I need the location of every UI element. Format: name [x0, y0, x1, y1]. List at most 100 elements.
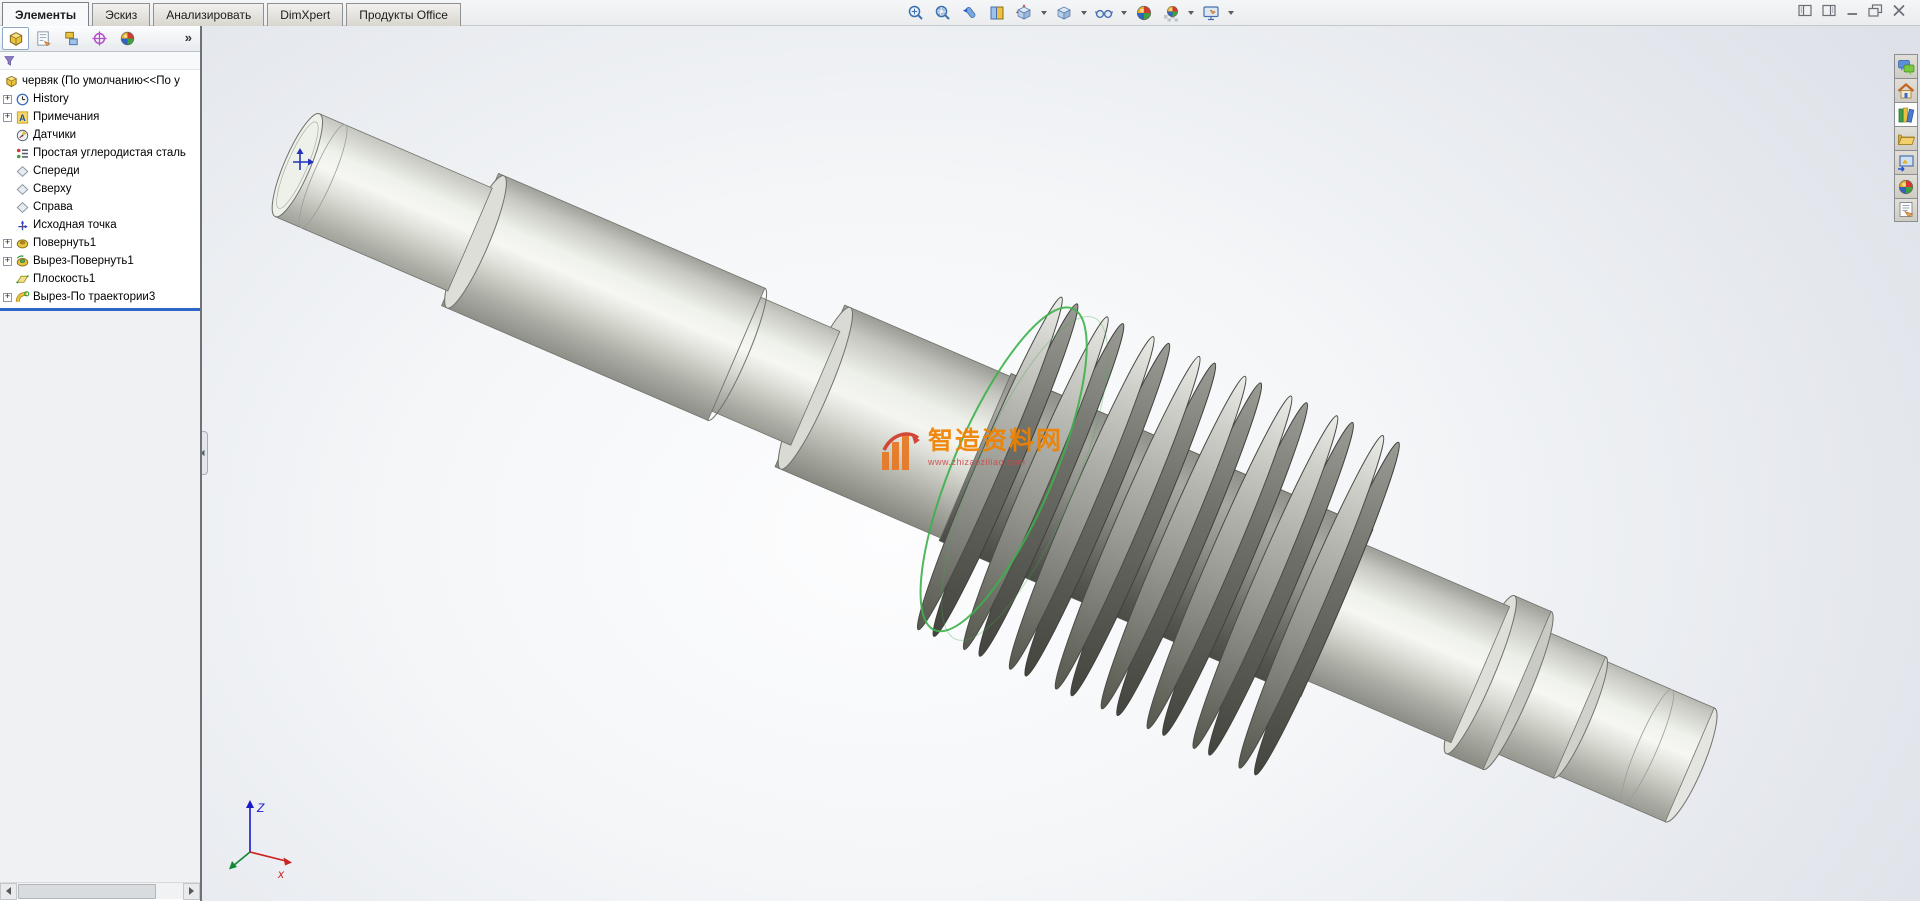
featuremanager-tab-icon[interactable]	[2, 27, 29, 50]
tab-evaluate[interactable]: Анализировать	[153, 3, 264, 26]
tree-item-revolve-cut1[interactable]: + Вырез-Повернуть1	[0, 252, 200, 270]
view-orientation-caret-icon[interactable]	[1041, 11, 1047, 15]
custom-properties-button[interactable]	[1894, 198, 1918, 222]
solidworks-window: Элементы Эскиз Анализировать DimXpert Пр…	[0, 0, 1920, 901]
forum-button[interactable]	[1894, 54, 1918, 78]
tree-item-top-plane[interactable]: Сверху	[0, 180, 200, 198]
revolve-icon	[15, 236, 30, 251]
configurationmanager-tab-icon[interactable]	[58, 27, 85, 50]
scroll-right-button[interactable]	[183, 883, 200, 900]
expand-icon[interactable]: +	[3, 239, 12, 248]
ref-plane-icon	[15, 272, 30, 287]
display-style-caret-icon[interactable]	[1081, 11, 1087, 15]
graphics-viewport[interactable]: Z x 智造资料网 www.zhizaoziliao.com	[202, 26, 1920, 901]
apply-scene-caret-icon[interactable]	[1188, 11, 1194, 15]
close-icon[interactable]	[1892, 4, 1906, 17]
tab-sketch[interactable]: Эскиз	[92, 3, 150, 26]
material-icon	[15, 146, 30, 161]
featuremanager-tabstrip: »	[0, 26, 200, 52]
command-bar: Элементы Эскиз Анализировать DimXpert Пр…	[0, 0, 1920, 26]
scrollbar-thumb[interactable]	[18, 884, 156, 899]
filter-funnel-icon	[3, 54, 17, 68]
annotations-icon	[15, 110, 30, 125]
view-settings-caret-icon[interactable]	[1228, 11, 1234, 15]
scroll-right-arrow-icon	[189, 887, 194, 895]
expand-icon[interactable]: +	[3, 293, 12, 302]
apply-scene-icon[interactable]	[1160, 3, 1182, 23]
part-icon	[4, 74, 19, 89]
tree-item-sensors[interactable]: Датчики	[0, 126, 200, 144]
tree-item-label: History	[33, 93, 69, 105]
file-explorer-button[interactable]	[1894, 126, 1918, 150]
expand-icon[interactable]: +	[3, 257, 12, 266]
dimxpertmanager-tab-icon[interactable]	[86, 27, 113, 50]
forum-icon	[1896, 57, 1916, 77]
displaymanager-tab-icon[interactable]	[114, 27, 141, 50]
view-orientation-icon[interactable]	[1013, 3, 1035, 23]
section-view-icon[interactable]	[986, 3, 1008, 23]
tree-item-plane1[interactable]: Плоскость1	[0, 270, 200, 288]
edit-appearance-icon[interactable]	[1133, 3, 1155, 23]
tree-item-label: Примечания	[33, 111, 99, 123]
home-icon	[1896, 81, 1916, 101]
tree-item-material[interactable]: Простая углеродистая сталь	[0, 144, 200, 162]
tree-item-right-plane[interactable]: Справа	[0, 198, 200, 216]
hide-show-items-icon[interactable]	[1093, 3, 1115, 23]
tree-item-label: Вырез-По траектории3	[33, 291, 155, 303]
tree-item-revolve1[interactable]: + Повернуть1	[0, 234, 200, 252]
tab-features[interactable]: Элементы	[2, 2, 89, 26]
tree-item-origin[interactable]: Исходная точка	[0, 216, 200, 234]
tree-item-label: Сверху	[33, 183, 71, 195]
pane-left-icon[interactable]	[1798, 4, 1813, 17]
watermark: 智造资料网 www.zhizaoziliao.com	[878, 428, 1063, 474]
watermark-url: www.zhizaoziliao.com	[928, 457, 1063, 467]
previous-view-icon[interactable]	[959, 3, 981, 23]
triad-x-label: x	[277, 867, 285, 881]
tree-item-part-root[interactable]: червяк (По умолчанию<<По у	[0, 72, 200, 90]
plane-icon	[15, 200, 30, 215]
appearances-button[interactable]	[1894, 174, 1918, 198]
plane-icon	[15, 164, 30, 179]
tree-item-label: Спереди	[33, 165, 80, 177]
tabstrip-overflow-button[interactable]: »	[185, 30, 192, 45]
triad-z-label: Z	[256, 801, 265, 815]
zoom-to-fit-icon[interactable]	[905, 3, 927, 23]
featuremanager-panel: » червяк (По умолчанию<<По у + History +…	[0, 26, 202, 901]
scroll-left-button[interactable]	[0, 883, 17, 900]
plane-icon	[15, 182, 30, 197]
history-clock-icon	[15, 92, 30, 107]
sensors-icon	[15, 128, 30, 143]
display-style-icon[interactable]	[1053, 3, 1075, 23]
tree-item-sweep-cut3[interactable]: + Вырез-По траектории3	[0, 288, 200, 306]
tab-office-products[interactable]: Продукты Office	[346, 3, 461, 26]
minimize-icon[interactable]	[1846, 4, 1859, 17]
tree-item-front-plane[interactable]: Спереди	[0, 162, 200, 180]
tree-item-annotations[interactable]: + Примечания	[0, 108, 200, 126]
tab-dimxpert[interactable]: DimXpert	[267, 3, 343, 26]
tree-filter-row[interactable]	[0, 52, 200, 70]
expand-icon[interactable]: +	[3, 113, 12, 122]
tree-item-label: Повернуть1	[33, 237, 96, 249]
origin-icon	[15, 218, 30, 233]
panel-horizontal-scrollbar[interactable]	[0, 882, 200, 899]
zoom-to-area-icon[interactable]	[932, 3, 954, 23]
tree-item-label: Простая углеродистая сталь	[33, 147, 186, 159]
commandmanager-tabs: Элементы Эскиз Анализировать DimXpert Пр…	[2, 3, 464, 26]
window-controls	[1798, 4, 1906, 17]
pane-right-icon[interactable]	[1822, 4, 1837, 17]
tree-item-history[interactable]: + History	[0, 90, 200, 108]
hide-show-caret-icon[interactable]	[1121, 11, 1127, 15]
tree-item-label: Плоскость1	[33, 273, 95, 285]
resources-home-button[interactable]	[1894, 78, 1918, 102]
tree-item-label: Датчики	[33, 129, 76, 141]
appearances-ball-icon	[1897, 178, 1915, 196]
design-library-button[interactable]	[1894, 102, 1918, 126]
view-settings-icon[interactable]	[1200, 3, 1222, 23]
restore-icon[interactable]	[1868, 4, 1883, 17]
propertymanager-tab-icon[interactable]	[30, 27, 57, 50]
watermark-logo-icon	[878, 428, 922, 474]
reference-triad: Z x	[229, 800, 292, 881]
expand-icon[interactable]: +	[3, 95, 12, 104]
view-palette-button[interactable]	[1894, 150, 1918, 174]
tree-item-label: Справа	[33, 201, 73, 213]
